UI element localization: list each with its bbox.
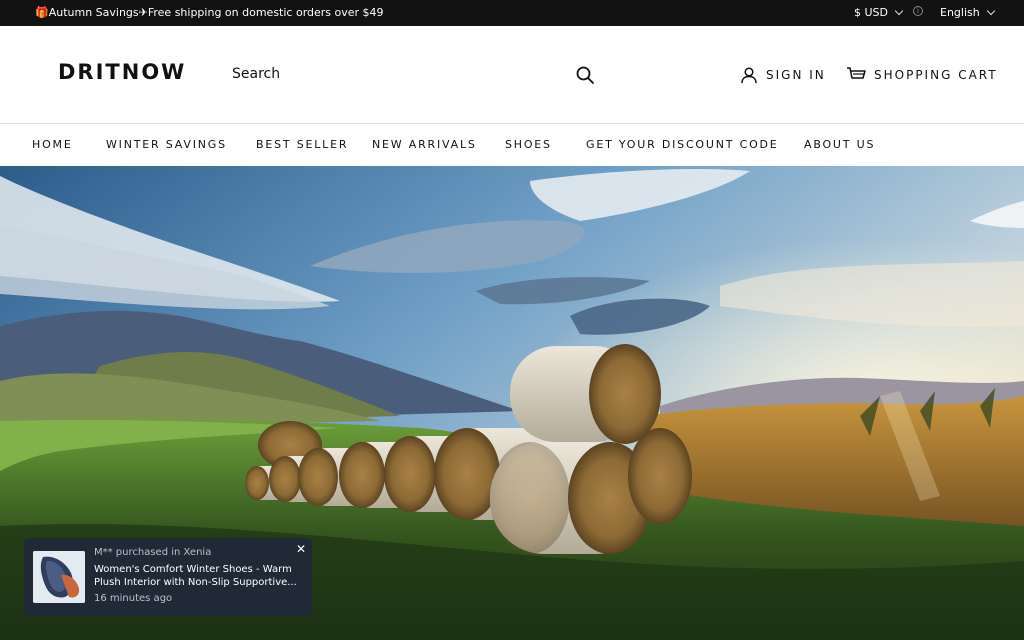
cart-icon — [847, 67, 866, 79]
product-thumbnail[interactable] — [33, 551, 85, 603]
nav-item-shoes[interactable]: SHOES — [505, 138, 552, 151]
info-icon[interactable]: i — [913, 5, 923, 16]
search-button[interactable] — [574, 64, 596, 86]
cart-label: SHOPPING CART — [874, 68, 998, 82]
close-icon[interactable]: ✕ — [294, 542, 308, 556]
announcement-bar: 🎁Autumn Savings✈Free shipping on domesti… — [0, 0, 1024, 26]
main-nav: HOME WINTER SAVINGS BEST SELLER NEW ARRI… — [0, 124, 1024, 166]
site-header: DRITNOW SIGN IN SHOPPING CART — [0, 26, 1024, 124]
chevron-down-icon — [986, 6, 995, 16]
search-input[interactable] — [232, 62, 562, 86]
purchase-product-link[interactable]: Women's Comfort Winter Shoes - Warm Plus… — [94, 563, 300, 589]
sign-in-label: SIGN IN — [766, 68, 826, 82]
nav-item-winter-savings[interactable]: WINTER SAVINGS — [106, 138, 227, 151]
purchase-time: 16 minutes ago — [94, 593, 173, 604]
nav-item-new-arrivals[interactable]: NEW ARRIVALS — [372, 138, 477, 151]
sign-in-link[interactable]: SIGN IN — [740, 66, 826, 84]
shopping-cart-link[interactable]: SHOPPING CART — [846, 66, 998, 84]
purchase-buyer: M** purchased in Xenia — [94, 547, 212, 558]
nav-item-best-seller[interactable]: BEST SELLER — [256, 138, 348, 151]
nav-item-home[interactable]: HOME — [32, 138, 73, 151]
language-label: English — [940, 6, 980, 19]
shoe-image — [33, 551, 85, 603]
announcement-text: 🎁Autumn Savings✈Free shipping on domesti… — [35, 6, 384, 19]
search-icon — [576, 66, 594, 84]
nav-item-discount-code[interactable]: GET YOUR DISCOUNT CODE — [586, 138, 779, 151]
currency-selector[interactable]: $ USD i — [854, 5, 923, 19]
user-icon — [741, 67, 757, 84]
language-selector[interactable]: English — [940, 6, 997, 19]
currency-label: $ USD — [854, 6, 888, 19]
chevron-down-icon — [894, 6, 904, 16]
recent-purchase-popup[interactable]: M** purchased in Xenia Women's Comfort W… — [24, 538, 312, 616]
nav-item-about-us[interactable]: ABOUT US — [804, 138, 875, 151]
site-logo[interactable]: DRITNOW — [58, 60, 186, 84]
